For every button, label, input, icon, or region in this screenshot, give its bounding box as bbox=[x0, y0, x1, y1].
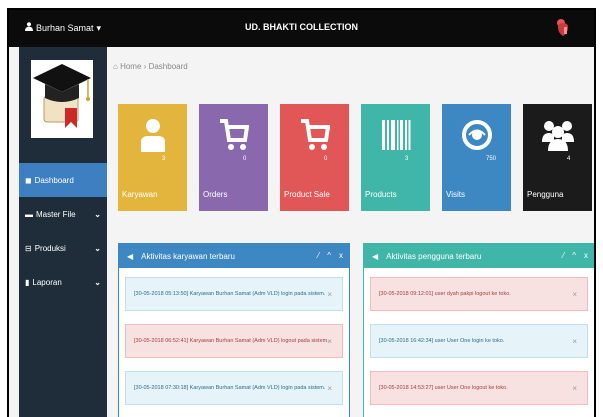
close-icon[interactable]: × bbox=[327, 290, 332, 299]
edit-icon[interactable]: ⁄ bbox=[318, 251, 319, 260]
dashboard-icon: ◼ bbox=[25, 175, 32, 185]
tile-count: 0 bbox=[243, 156, 247, 162]
app-window: Burhan Samat ▾ UD. BHAKTI COLLECTION ◼ D… bbox=[7, 8, 596, 417]
activity-alert: [30-05-2018 14:53:27] user User One logo… bbox=[370, 371, 588, 405]
tile-count: 3 bbox=[162, 156, 166, 162]
alert-text: [30-05-2018 05:13:50] Karyawan Burhan Sa… bbox=[134, 291, 326, 297]
megaphone-icon: ◀ bbox=[127, 251, 134, 261]
breadcrumb-separator: › bbox=[143, 62, 147, 71]
sidebar-item-label: Laporan bbox=[32, 277, 62, 287]
panel-title: Aktivitas pengguna terbaru bbox=[386, 251, 482, 261]
breadcrumb-current: Dashboard bbox=[148, 62, 188, 71]
box-icon: ⊟ bbox=[25, 243, 32, 253]
report-icon: ▮ bbox=[25, 277, 30, 287]
sidebar-item-laporan[interactable]: ▮ Laporan ⌄ bbox=[19, 265, 107, 299]
avatar bbox=[31, 60, 93, 138]
sidebar-item-label: Master File bbox=[36, 209, 76, 219]
sidebar: ◼ Dashboard ▬ Master File ⌄ ⊟ Produksi ⌄… bbox=[19, 47, 107, 417]
close-icon[interactable]: x bbox=[339, 251, 343, 260]
megaphone-icon: ◀ bbox=[372, 251, 379, 261]
activity-alert: [30-05-2018 16:42:34] user User One logi… bbox=[370, 324, 588, 358]
eye-icon bbox=[442, 118, 511, 161]
alert-text: [30-05-2018 14:53:27] user User One logo… bbox=[379, 385, 508, 391]
close-icon[interactable]: × bbox=[327, 384, 332, 393]
tile-label: Product Sale bbox=[284, 190, 330, 199]
activity-alert: [30-05-2018 06:52:41] Karyawan Burhan Sa… bbox=[125, 324, 343, 358]
close-icon[interactable]: × bbox=[572, 290, 577, 299]
alert-text: [30-05-2018 16:42:34] user User One logi… bbox=[379, 338, 505, 344]
panel-aktivitas-karyawan: ◀ Aktivitas karyawan terbaru ⁄ ^ x [30-0… bbox=[118, 243, 350, 417]
tile-count: 3 bbox=[405, 156, 409, 162]
barcode-icon bbox=[361, 118, 430, 161]
alert-text: [30-05-2018 07:30:18] Karyawan Burhan Sa… bbox=[134, 385, 326, 391]
notification-icon[interactable] bbox=[556, 18, 570, 38]
panel-aktivitas-pengguna: ◀ Aktivitas pengguna terbaru ⁄ ^ x [30-0… bbox=[363, 243, 594, 417]
activity-alert: [30-05-2018 07:30:18] Karyawan Burhan Sa… bbox=[125, 371, 343, 405]
close-icon[interactable]: × bbox=[572, 337, 577, 346]
panel-tools: ⁄ ^ x bbox=[318, 251, 343, 260]
alert-text: [30-05-2018 09:12:01] user dyah pakpi lo… bbox=[379, 291, 511, 297]
tile-label: Karyawan bbox=[122, 190, 158, 199]
panel-header: ◀ Aktivitas pengguna terbaru ⁄ ^ x bbox=[364, 244, 594, 268]
chevron-down-icon: ⌄ bbox=[94, 209, 101, 219]
breadcrumb-home[interactable]: Home bbox=[120, 62, 141, 71]
tile-products[interactable]: 3 Products bbox=[361, 104, 430, 211]
breadcrumb: ⌂ Home › Dashboard bbox=[113, 62, 188, 71]
collapse-icon[interactable]: ^ bbox=[327, 251, 331, 260]
cart-icon bbox=[280, 118, 349, 161]
sidebar-item-label: Produksi bbox=[34, 243, 66, 253]
home-icon: ⌂ bbox=[113, 62, 118, 71]
collapse-icon[interactable]: ^ bbox=[572, 251, 576, 260]
tile-product-sale[interactable]: 0 Product Sale bbox=[280, 104, 349, 211]
chevron-down-icon: ⌄ bbox=[94, 277, 101, 287]
top-navbar: Burhan Samat ▾ UD. BHAKTI COLLECTION bbox=[9, 10, 594, 47]
activity-alert: [30-05-2018 05:13:50] Karyawan Burhan Sa… bbox=[125, 277, 343, 311]
tile-pengguna[interactable]: 4 Pengguna bbox=[523, 104, 592, 211]
tile-label: Pengguna bbox=[527, 190, 564, 199]
sidebar-item-label: Dashboard bbox=[34, 175, 74, 185]
tile-count: 4 bbox=[567, 156, 571, 162]
panel-header: ◀ Aktivitas karyawan terbaru ⁄ ^ x bbox=[119, 244, 349, 268]
panel-tools: ⁄ ^ x bbox=[563, 251, 588, 260]
alert-text: [30-05-2018 06:52:41] Karyawan Burhan Sa… bbox=[134, 338, 329, 344]
chevron-down-icon: ⌄ bbox=[94, 243, 101, 253]
tile-label: Visits bbox=[446, 190, 465, 199]
folder-icon: ▬ bbox=[25, 209, 33, 219]
users-icon bbox=[523, 118, 592, 161]
tile-orders[interactable]: 0 Orders bbox=[199, 104, 268, 211]
sidebar-item-produksi[interactable]: ⊟ Produksi ⌄ bbox=[19, 231, 107, 265]
tile-count: 0 bbox=[324, 156, 328, 162]
sidebar-item-dashboard[interactable]: ◼ Dashboard bbox=[19, 163, 107, 197]
close-icon[interactable]: × bbox=[327, 337, 332, 346]
close-icon[interactable]: x bbox=[584, 251, 588, 260]
activity-alert: [30-05-2018 09:12:01] user dyah pakpi lo… bbox=[370, 277, 588, 311]
tile-karyawan[interactable]: 3 Karyawan bbox=[118, 104, 187, 211]
sidebar-item-master-file[interactable]: ▬ Master File ⌄ bbox=[19, 197, 107, 231]
edit-icon[interactable]: ⁄ bbox=[563, 251, 564, 260]
user-icon bbox=[118, 118, 187, 161]
cart-icon bbox=[199, 118, 268, 161]
close-icon[interactable]: × bbox=[572, 384, 577, 393]
brand-title: UD. BHAKTI COLLECTION bbox=[245, 22, 358, 32]
panel-title: Aktivitas karyawan terbaru bbox=[141, 251, 235, 261]
tile-label: Orders bbox=[203, 190, 228, 199]
tile-count: 750 bbox=[486, 156, 497, 162]
tile-label: Products bbox=[365, 190, 397, 199]
tile-visits[interactable]: 750 Visits bbox=[442, 104, 511, 211]
